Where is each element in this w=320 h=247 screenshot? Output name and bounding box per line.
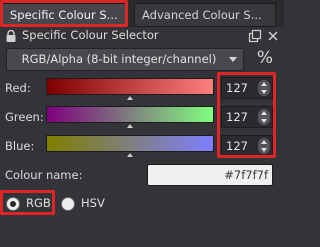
radio-dot bbox=[10, 201, 16, 207]
chevron-down-icon bbox=[229, 57, 237, 62]
red-slider-handle[interactable] bbox=[127, 96, 133, 100]
green-slider[interactable] bbox=[46, 106, 214, 123]
colour-model-select[interactable]: RGB/Alpha (8-bit integer/channel) bbox=[6, 48, 244, 71]
decrement-icon[interactable] bbox=[261, 148, 267, 152]
lock-icon[interactable] bbox=[4, 29, 18, 43]
tab-advanced-colour-selector[interactable]: Advanced Colour S... bbox=[134, 3, 276, 27]
colour-name-value[interactable]: #7f7f7f bbox=[224, 168, 268, 182]
green-value[interactable]: 127 bbox=[226, 110, 248, 124]
rgb-radio[interactable]: RGB bbox=[6, 195, 51, 213]
dock-tab-bar: Specific Colour S... Advanced Colour S..… bbox=[0, 0, 284, 28]
green-label: Green: bbox=[5, 110, 44, 124]
green-slider-handle[interactable] bbox=[127, 124, 133, 128]
green-spinbox[interactable]: 127 bbox=[221, 106, 273, 128]
close-icon[interactable] bbox=[266, 29, 280, 43]
blue-label: Blue: bbox=[5, 139, 35, 153]
percent-toggle-button[interactable]: % bbox=[252, 48, 278, 71]
blue-spinbox[interactable]: 127 bbox=[221, 135, 273, 157]
red-spinbox[interactable]: 127 bbox=[221, 77, 273, 99]
increment-icon[interactable] bbox=[261, 82, 267, 86]
decrement-icon[interactable] bbox=[261, 119, 267, 123]
docker-title: Specific Colour Selector bbox=[22, 28, 159, 42]
radio-checked-icon[interactable] bbox=[6, 197, 20, 211]
blue-value[interactable]: 127 bbox=[226, 139, 248, 153]
float-icon[interactable] bbox=[248, 29, 262, 43]
blue-slider-handle[interactable] bbox=[127, 153, 133, 157]
docker-title-bar: Specific Colour Selector bbox=[0, 27, 284, 45]
rgb-radio-label[interactable]: RGB bbox=[26, 196, 51, 210]
green-stepper[interactable] bbox=[258, 109, 270, 125]
decrement-icon[interactable] bbox=[261, 90, 267, 94]
red-slider[interactable] bbox=[46, 78, 214, 95]
increment-icon[interactable] bbox=[261, 111, 267, 115]
increment-icon[interactable] bbox=[261, 140, 267, 144]
radio-unchecked-icon[interactable] bbox=[61, 197, 75, 211]
red-value[interactable]: 127 bbox=[226, 81, 248, 95]
hsv-radio-label[interactable]: HSV bbox=[81, 196, 105, 210]
tab-specific-colour-selector[interactable]: Specific Colour S... bbox=[2, 3, 126, 27]
hsv-radio[interactable]: HSV bbox=[61, 195, 109, 213]
colour-name-field[interactable]: #7f7f7f bbox=[147, 164, 273, 186]
colour-name-label: Colour name: bbox=[5, 168, 83, 182]
red-label: Red: bbox=[5, 81, 31, 95]
colour-model-value: RGB/Alpha (8-bit integer/channel) bbox=[21, 52, 217, 66]
red-stepper[interactable] bbox=[258, 80, 270, 96]
blue-slider[interactable] bbox=[46, 135, 214, 152]
blue-stepper[interactable] bbox=[258, 138, 270, 154]
